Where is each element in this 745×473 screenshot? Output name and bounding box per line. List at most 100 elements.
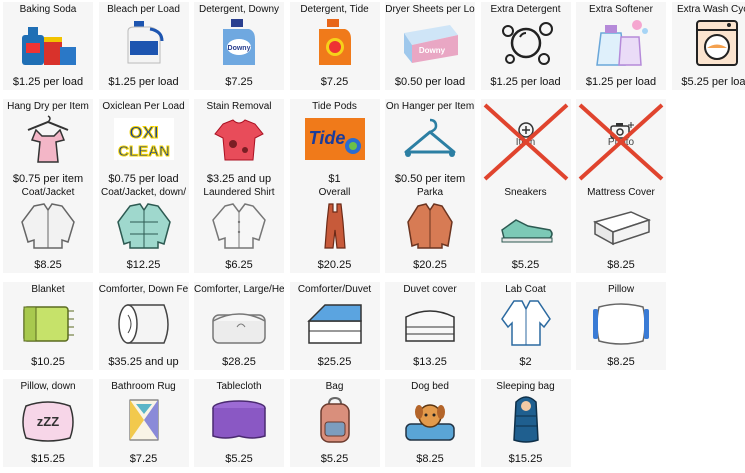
backpack-icon: [305, 394, 365, 444]
tile-price: $7.25: [320, 76, 349, 88]
tile-label: Blanket: [31, 284, 65, 295]
tile-price: $1.25 per load: [108, 76, 179, 88]
tile-price: $20.25: [413, 259, 447, 271]
tile-label: Comforter, Large/He: [194, 284, 284, 295]
tile-label: Bag: [325, 381, 344, 392]
service-tile-camera-add[interactable]: Photo: [576, 99, 666, 187]
service-tile-rug[interactable]: Bathroom Rug $7.25: [98, 379, 189, 467]
tile-price: $7.25: [129, 453, 158, 465]
tile-label: Comforter/Duvet: [297, 284, 372, 295]
camera-add-icon: [591, 114, 651, 164]
tile-label: Laundered Shirt: [203, 187, 275, 198]
service-tile-down-jacket[interactable]: Coat/Jacket, down/ $12.25: [98, 185, 189, 273]
tile-label: Bathroom Rug: [111, 381, 176, 392]
service-tile-tide-bottle[interactable]: Detergent, Tide $7.25: [289, 2, 380, 90]
sneaker-icon: [496, 200, 556, 250]
tile-price: $25.25: [317, 356, 352, 368]
tile-label: On Hanger per Item: [385, 101, 475, 112]
tile-label: Stain Removal: [206, 101, 272, 112]
service-tile-duvet-cover[interactable]: Duvet cover $13.25: [385, 282, 475, 370]
bubbles-icon: [496, 17, 556, 67]
service-tile-tide-pods-box[interactable]: Tide Pods Tide $1: [289, 99, 380, 187]
service-tile-pillow[interactable]: Pillow $8.25: [576, 282, 666, 370]
svg-text:CLEAN: CLEAN: [118, 143, 170, 160]
tile-label: Duvet cover: [403, 284, 457, 295]
service-tile-hanger[interactable]: On Hanger per Item $0.50 per item: [385, 99, 475, 187]
service-tile-downy-bottle[interactable]: Detergent, Downy Downy $7.25: [194, 2, 284, 90]
tile-price: $28.25: [222, 356, 256, 368]
tile-label: Baking Soda: [19, 4, 77, 15]
tile-label: Extra Softener: [589, 4, 653, 15]
dog-bed-icon: [400, 394, 460, 444]
parka-icon: [400, 200, 460, 250]
tile-price: $6.25: [225, 259, 253, 271]
rolled-comforter-icon: [114, 297, 174, 347]
down-jacket-icon: [114, 200, 174, 250]
tile-label: Pillow, down: [20, 381, 76, 392]
tile-label: Bleach per Load: [107, 4, 180, 15]
service-tile-lab-coat[interactable]: Lab Coat $2: [480, 282, 571, 370]
service-tile-overall[interactable]: Overall $20.25: [289, 185, 380, 273]
tile-price: $8.25: [607, 356, 635, 368]
service-tile-softener[interactable]: Extra Softener $1.25 per load: [576, 2, 666, 90]
service-tile-shirt[interactable]: Laundered Shirt $6.25: [194, 185, 284, 273]
add-circle-icon: [496, 114, 556, 164]
tile-label: Detergent, Downy: [198, 4, 280, 15]
service-tile-folded-comforter[interactable]: Comforter, Large/He $28.25: [194, 282, 284, 370]
tile-price: $35.25 and up: [108, 356, 179, 368]
dryer-sheets-box-icon: Downy: [400, 17, 460, 67]
tile-label: Extra Detergent: [490, 4, 561, 15]
sleeping-pillow-icon: zZZ: [18, 394, 78, 444]
service-tile-sneaker[interactable]: Sneakers $5.25: [480, 185, 571, 273]
tile-label: Sleeping bag: [496, 381, 555, 392]
tile-label: Tablecloth: [216, 381, 262, 392]
softener-icon: [591, 17, 651, 67]
service-tile-sleeping-bag[interactable]: Sleeping bag $15.25: [480, 379, 571, 467]
service-tile-blanket[interactable]: Blanket $10.25: [3, 282, 93, 370]
baking-soda-icon: [18, 17, 78, 67]
tile-label: Hang Dry per Item: [7, 101, 89, 112]
service-tile-duvet[interactable]: Comforter/Duvet $25.25: [289, 282, 380, 370]
service-tile-oxiclean-logo[interactable]: Oxiclean Per Load OXI CLEAN $0.75 per load: [98, 99, 189, 187]
service-tile-baking-soda[interactable]: Baking Soda $1.25 per load: [3, 2, 93, 90]
service-tile-parka[interactable]: Parka $20.25: [385, 185, 475, 273]
service-tile-dog-bed[interactable]: Dog bed $8.25: [385, 379, 475, 467]
mattress-icon: [591, 200, 651, 250]
tile-price: $20.25: [317, 259, 352, 271]
tile-label: Coat/Jacket, down/: [100, 187, 187, 198]
service-tile-dress-hanger[interactable]: Hang Dry per Item $0.75 per item: [3, 99, 93, 187]
tile-price: $10.25: [31, 356, 65, 368]
service-item-grid: Baking Soda $1.25 per load Bleach per Load…: [0, 0, 745, 473]
tile-label: Parka: [416, 187, 444, 198]
tile-price: $1.25 per load: [12, 76, 84, 88]
svg-text:Downy: Downy: [228, 45, 251, 52]
svg-text:OXI: OXI: [129, 123, 158, 142]
lab-coat-icon: [496, 297, 556, 347]
tile-label: Overall: [318, 187, 351, 198]
service-tile-washing-machine[interactable]: Extra Wash Cycle $5.25 per load: [671, 2, 745, 90]
service-tile-tablecloth[interactable]: Tablecloth $5.25: [194, 379, 284, 467]
service-tile-bleach-bottle[interactable]: Bleach per Load $1.25 per load: [98, 2, 189, 90]
service-tile-dryer-sheets-box[interactable]: Dryer Sheets per Lo Downy $0.50 per load: [385, 2, 475, 90]
blanket-icon: [18, 297, 78, 347]
tile-price: $15.25: [31, 453, 65, 465]
service-tile-add-circle[interactable]: Item: [480, 99, 571, 187]
service-tile-coat[interactable]: Coat/Jacket $8.25: [3, 185, 93, 273]
tile-label: Dryer Sheets per Lo: [385, 4, 475, 15]
service-tile-backpack[interactable]: Bag $5.25: [289, 379, 380, 467]
duvet-icon: [305, 297, 365, 347]
service-tile-stained-shirt[interactable]: Stain Removal $3.25 and up: [194, 99, 284, 187]
tile-price: $8.25: [607, 259, 635, 271]
service-tile-bubbles[interactable]: Extra Detergent $1.25 per load: [480, 2, 571, 90]
tile-price: $15.25: [508, 453, 543, 465]
service-tile-rolled-comforter[interactable]: Comforter, Down Fe $35.25 and up: [98, 282, 189, 370]
pillow-icon: [591, 297, 651, 347]
tile-label: Extra Wash Cycle: [676, 4, 745, 15]
tile-price: $1.25 per load: [585, 76, 657, 88]
service-tile-mattress[interactable]: Mattress Cover $8.25: [576, 185, 666, 273]
tile-price: $3.25 and up: [206, 173, 272, 185]
oxiclean-logo-icon: OXI CLEAN: [113, 114, 174, 164]
service-tile-sleeping-pillow[interactable]: Pillow, down zZZ $15.25: [3, 379, 93, 467]
tile-label: Dog bed: [411, 381, 449, 392]
shirt-icon: [209, 200, 269, 250]
